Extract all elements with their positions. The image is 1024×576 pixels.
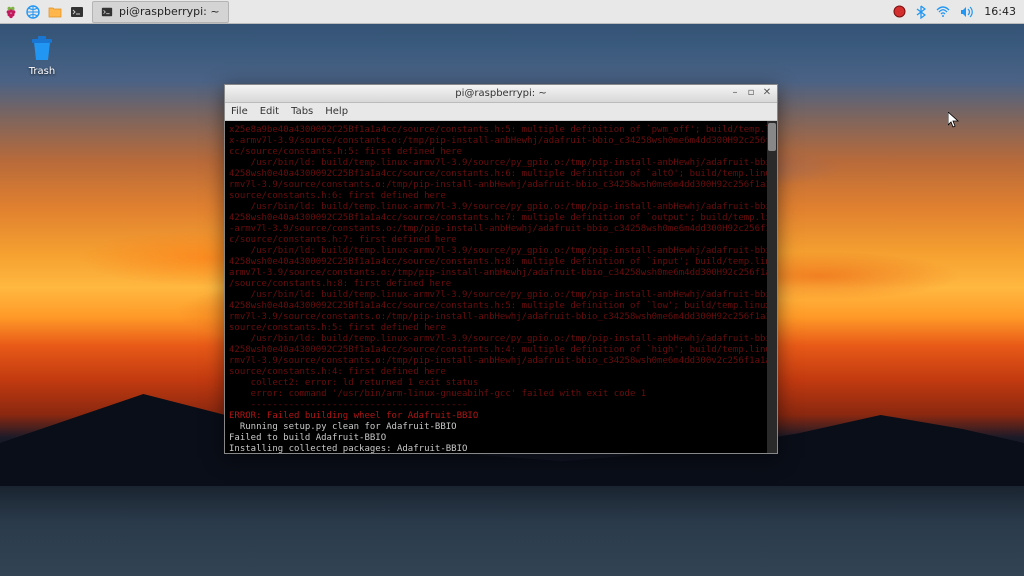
trash-icon [26,32,58,64]
terminal-output-line: Running setup.py clean for Adafruit-BBIO [229,422,765,433]
web-browser-launcher[interactable] [22,1,44,23]
desktop-trash[interactable]: Trash [12,32,72,77]
window-minimize-button[interactable]: – [729,87,741,99]
scrollbar-thumb[interactable] [768,123,776,151]
menu-help[interactable]: Help [325,106,348,117]
window-titlebar[interactable]: pi@raspberrypi: ~ – ▫ ✕ [225,85,777,103]
raspberry-icon [4,4,18,20]
terminal-scrollbar[interactable] [767,121,777,453]
terminal-body[interactable]: x25e8a9be40a4300092C25Bf1a1a4cc/source/c… [225,121,777,453]
clock[interactable]: 16:43 [984,5,1016,18]
window-title: pi@raspberrypi: ~ [455,88,546,99]
terminal-output-line: Failed to build Adafruit-BBIO [229,433,765,444]
bluetooth-icon[interactable] [916,5,926,19]
desktop-trash-label: Trash [12,66,72,77]
terminal-error-line: ERROR: Failed building wheel for Adafrui… [229,411,765,422]
terminal-output-line: Installing collected packages: Adafruit-… [229,444,765,453]
mouse-cursor [948,112,960,130]
folder-icon [48,5,62,19]
terminal-launcher[interactable] [66,1,88,23]
wallpaper-water [0,486,1024,576]
taskbar-window-button[interactable]: pi@raspberrypi: ~ [92,1,229,23]
globe-icon [26,5,40,19]
window-maximize-button[interactable]: ▫ [745,87,757,99]
terminal-icon [101,6,113,18]
terminal-error-output: x25e8a9be40a4300092C25Bf1a1a4cc/source/c… [229,125,765,411]
taskbar: pi@raspberrypi: ~ 16:43 [0,0,1024,24]
wifi-icon[interactable] [936,6,950,18]
record-indicator-icon[interactable] [893,5,906,18]
taskbar-window-label: pi@raspberrypi: ~ [119,5,220,18]
window-close-button[interactable]: ✕ [761,87,773,99]
terminal-window: pi@raspberrypi: ~ – ▫ ✕ File Edit Tabs H… [224,84,778,454]
menu-file[interactable]: File [231,106,248,117]
file-manager-launcher[interactable] [44,1,66,23]
menu-tabs[interactable]: Tabs [291,106,313,117]
app-menu-button[interactable] [0,1,22,23]
volume-icon[interactable] [960,6,974,18]
system-tray: 16:43 [885,5,1024,19]
menu-edit[interactable]: Edit [260,106,279,117]
terminal-icon [70,5,84,19]
terminal-menubar: File Edit Tabs Help [225,103,777,121]
